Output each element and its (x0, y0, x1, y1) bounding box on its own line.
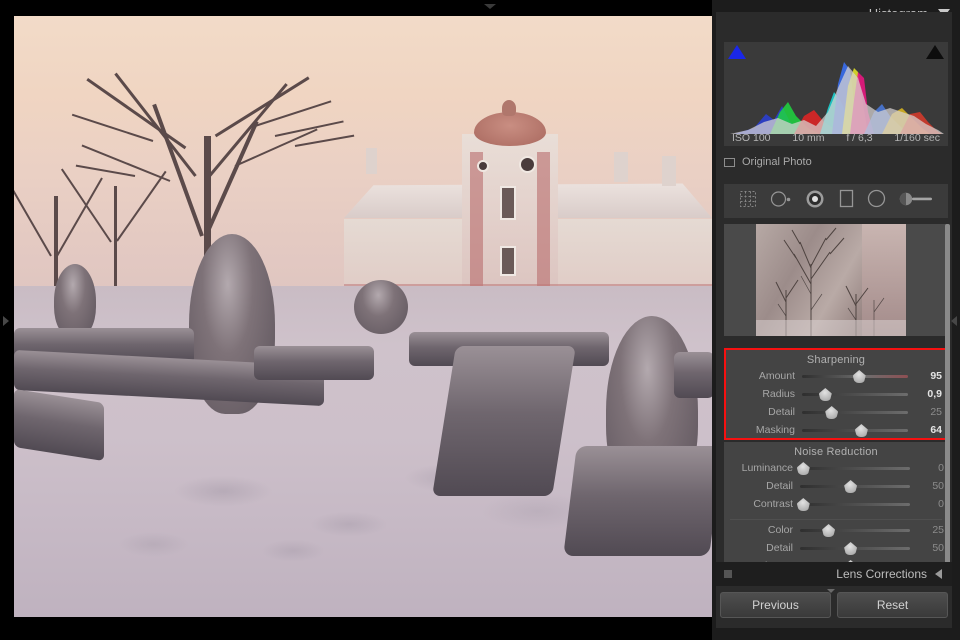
shutter-speed-value: 1/160 sec (894, 132, 940, 144)
iso-value: ISO 100 (732, 132, 771, 144)
slider-track[interactable] (802, 411, 908, 414)
panel-switch-icon[interactable] (724, 570, 732, 578)
slider-value[interactable]: 50 (910, 542, 944, 554)
slider-knob[interactable] (844, 480, 858, 493)
slider-value[interactable]: 50 (910, 480, 944, 492)
slider-row[interactable]: Color 25 (724, 522, 948, 538)
slider-track[interactable] (800, 467, 910, 470)
slider-knob[interactable] (822, 524, 836, 537)
grid-crop-icon[interactable] (739, 190, 757, 213)
slider-label: Radius (762, 388, 795, 400)
topiary-round (354, 280, 408, 334)
slider-row[interactable]: Amount 95 (726, 368, 946, 384)
image-canvas-area[interactable] (0, 0, 712, 640)
rectangle-icon[interactable] (839, 189, 854, 213)
triangle-left-icon[interactable] (935, 569, 942, 579)
brush-slider-icon[interactable] (899, 191, 933, 212)
slider-label: Contrast (753, 498, 793, 510)
lens-corrections-header[interactable]: Lens Corrections (716, 562, 952, 586)
divider (730, 519, 942, 520)
panel-scrollbar[interactable] (945, 224, 950, 574)
slider-knob[interactable] (852, 370, 866, 383)
slider-knob[interactable] (825, 406, 839, 419)
slider-knob[interactable] (854, 424, 868, 437)
detail-preview-thumbnail[interactable] (724, 224, 948, 336)
right-panel: Histogram ISO 100 10 mm (712, 0, 960, 640)
histogram-graph[interactable]: ISO 100 10 mm f / 6,3 1/160 sec (724, 42, 948, 146)
original-photo-toggle[interactable]: Original Photo (724, 152, 948, 172)
slider-value[interactable]: 25 (908, 406, 942, 418)
top-panel-toggle-arrow[interactable] (484, 4, 496, 9)
slider-track[interactable] (800, 529, 910, 532)
slider-row[interactable]: Masking 64 (726, 422, 946, 438)
slider-track[interactable] (802, 393, 908, 396)
bottom-button-bar: Previous Reset (720, 589, 948, 618)
previous-button[interactable]: Previous (720, 592, 831, 618)
exif-info-row: ISO 100 10 mm f / 6,3 1/160 sec (724, 132, 948, 144)
slider-value[interactable]: 0 (910, 498, 944, 510)
slider-row[interactable]: Luminance 0 (724, 460, 948, 476)
panel-body: ISO 100 10 mm f / 6,3 1/160 sec Original… (716, 12, 952, 628)
slider-value[interactable]: 0,9 (908, 388, 942, 400)
histogram-curves (730, 62, 948, 134)
focal-length-value: 10 mm (792, 132, 825, 144)
circle-icon[interactable] (867, 189, 886, 213)
checkbox-icon[interactable] (724, 157, 735, 167)
slider-row[interactable]: Radius 0,9 (726, 386, 946, 402)
topiary-small (54, 264, 96, 338)
slider-value[interactable]: 64 (908, 424, 942, 436)
right-panel-toggle-arrow[interactable] (951, 316, 957, 326)
slider-value[interactable]: 25 (910, 524, 944, 536)
divider-notch-icon (827, 589, 835, 593)
slider-knob[interactable] (818, 388, 832, 401)
circle-dot-icon[interactable] (770, 190, 792, 213)
lens-corrections-title: Lens Corrections (836, 567, 927, 581)
sharpening-sliders: Amount 95 Radius 0,9 Detail 25 Masking 6… (726, 368, 946, 438)
slider-row[interactable]: Detail 25 (726, 404, 946, 420)
reset-button[interactable]: Reset (837, 592, 948, 618)
original-photo-label: Original Photo (742, 156, 812, 168)
slider-knob[interactable] (844, 542, 858, 555)
slider-label: Color (767, 524, 793, 536)
photo-preview[interactable] (14, 16, 712, 617)
slider-label: Detail (766, 480, 793, 492)
left-panel-toggle-arrow[interactable] (3, 316, 9, 326)
noise-reduction-title: Noise Reduction (794, 446, 878, 458)
slider-row[interactable]: Detail 50 (724, 478, 948, 494)
hedge-row (254, 346, 374, 380)
noise-reduction-panel: Noise Reduction Luminance 0 Detail 50 Co… (724, 442, 948, 573)
hedge-row (432, 346, 576, 496)
slider-label: Amount (758, 370, 795, 382)
tool-strip (724, 184, 948, 218)
hedge-row (563, 446, 712, 556)
aperture-value: f / 6,3 (846, 132, 873, 144)
filled-circle-icon[interactable] (805, 189, 825, 214)
slider-value[interactable]: 0 (910, 462, 944, 474)
slider-value[interactable]: 95 (908, 370, 942, 382)
slider-label: Detail (768, 406, 795, 418)
hedge-row (674, 352, 712, 398)
slider-row[interactable]: Detail 50 (724, 540, 948, 556)
slider-label: Masking (755, 424, 795, 436)
sharpening-panel: Sharpening Amount 95 Radius 0,9 Detail 2… (724, 348, 948, 440)
slider-label: Detail (766, 542, 793, 554)
slider-row[interactable]: Contrast 0 (724, 496, 948, 512)
slider-track[interactable] (800, 503, 910, 506)
sharpening-title: Sharpening (806, 354, 866, 366)
slider-label: Luminance (741, 462, 793, 474)
